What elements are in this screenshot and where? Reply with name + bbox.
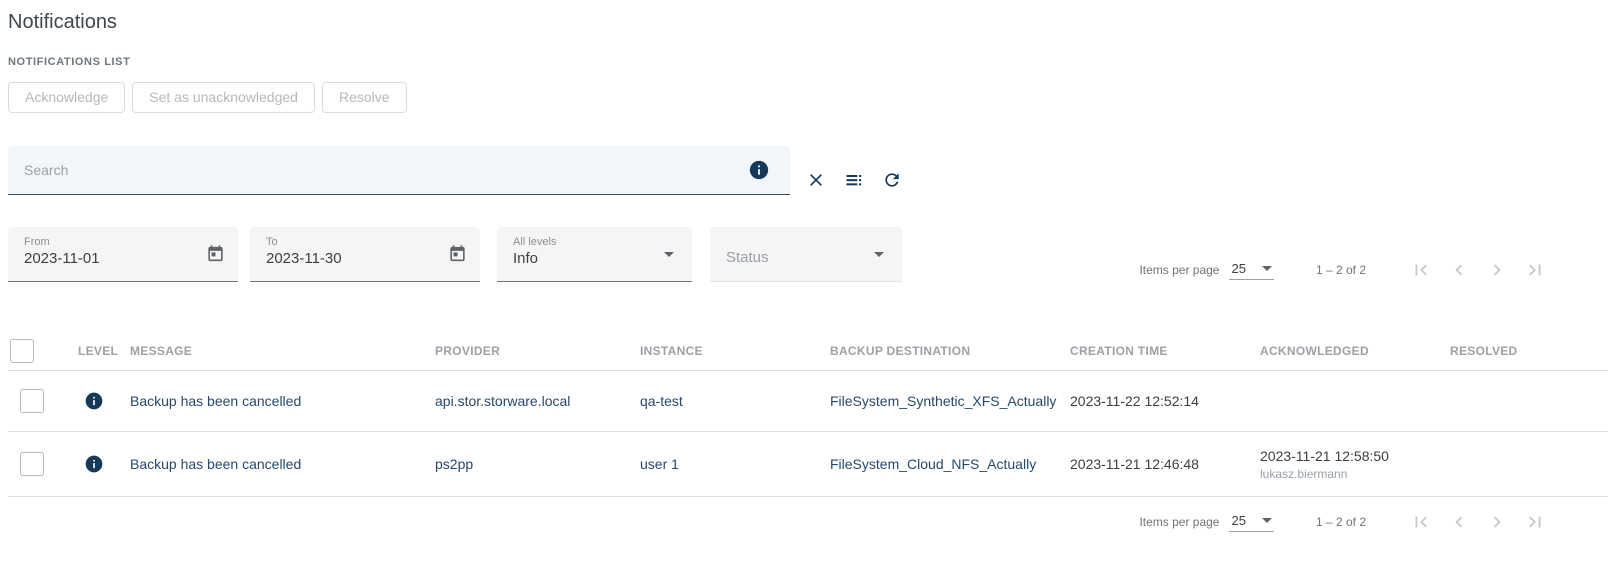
first-page-icon[interactable]: [1410, 259, 1432, 281]
last-page-icon[interactable]: [1524, 259, 1546, 281]
items-per-page-select[interactable]: 25: [1229, 261, 1273, 280]
cell-creation-time: 2023-11-21 12:46:48: [1068, 456, 1258, 472]
acknowledged-time: 2023-11-21 12:58:50: [1260, 446, 1446, 466]
cell-provider: api.stor.storware.local: [433, 393, 638, 409]
cell-message: Backup has been cancelled: [128, 456, 433, 472]
first-page-icon[interactable]: [1410, 511, 1432, 533]
chevron-down-icon: [1262, 266, 1272, 271]
section-label: NOTIFICATIONS LIST: [8, 56, 1608, 68]
cell-backup-destination: FileSystem_Synthetic_XFS_Actually: [828, 393, 1068, 409]
page-range-label: 1 – 2 of 2: [1316, 515, 1366, 529]
info-level-icon: [84, 454, 104, 474]
header-message: MESSAGE: [128, 344, 433, 358]
table-row[interactable]: Backup has been cancelled api.stor.storw…: [8, 371, 1608, 432]
to-date-field[interactable]: To 2023-11-30: [250, 227, 480, 282]
level-select[interactable]: All levels Info: [497, 227, 692, 282]
header-provider: PROVIDER: [433, 344, 638, 358]
clear-search-icon[interactable]: [806, 170, 826, 190]
cell-instance: user 1: [638, 456, 828, 472]
header-backup-destination: BACKUP DESTINATION: [828, 344, 1068, 358]
filter-columns-icon[interactable]: [844, 170, 864, 190]
row-checkbox[interactable]: [20, 389, 44, 413]
cell-backup-destination: FileSystem_Cloud_NFS_Actually: [828, 456, 1068, 472]
info-level-icon: [84, 391, 104, 411]
from-date-field[interactable]: From 2023-11-01: [8, 227, 238, 282]
chevron-down-icon: [874, 252, 884, 257]
refresh-icon[interactable]: [882, 170, 902, 190]
next-page-icon[interactable]: [1486, 511, 1508, 533]
notifications-table: LEVEL MESSAGE PROVIDER INSTANCE BACKUP D…: [8, 331, 1608, 497]
items-per-page-value: 25: [1231, 261, 1245, 276]
from-date-label: From: [24, 236, 222, 248]
cell-creation-time: 2023-11-22 12:52:14: [1068, 393, 1258, 409]
next-page-icon[interactable]: [1486, 259, 1508, 281]
header-acknowledged: ACKNOWLEDGED: [1258, 344, 1448, 358]
search-input[interactable]: [24, 146, 724, 194]
last-page-icon[interactable]: [1524, 511, 1546, 533]
search-actions: [806, 170, 902, 190]
chevron-down-icon: [1262, 518, 1272, 523]
header-instance: INSTANCE: [638, 344, 828, 358]
filters-row: From 2023-11-01 To 2023-11-30 All levels…: [8, 227, 1608, 282]
cell-message: Backup has been cancelled: [128, 393, 433, 409]
cell-instance: qa-test: [638, 393, 828, 409]
notifications-page: Notifications NOTIFICATIONS LIST Acknowl…: [0, 0, 1616, 533]
items-per-page-select[interactable]: 25: [1229, 513, 1273, 532]
status-select[interactable]: Status: [710, 227, 902, 282]
to-date-value: 2023-11-30: [266, 250, 464, 267]
header-resolved: RESOLVED: [1448, 344, 1608, 358]
paginator-bottom: Items per page 25 1 – 2 of 2: [8, 511, 1608, 533]
cell-provider: ps2pp: [433, 456, 638, 472]
resolve-button[interactable]: Resolve: [322, 82, 407, 113]
to-date-label: To: [266, 236, 464, 248]
select-all-checkbox[interactable]: [10, 339, 34, 363]
page-range-label: 1 – 2 of 2: [1316, 263, 1366, 277]
paginator-top: Items per page 25 1 – 2 of 2: [1139, 259, 1608, 281]
table-row[interactable]: Backup has been cancelled ps2pp user 1 F…: [8, 432, 1608, 497]
items-per-page-label: Items per page: [1139, 263, 1219, 277]
from-date-value: 2023-11-01: [24, 250, 222, 267]
previous-page-icon[interactable]: [1448, 259, 1470, 281]
items-per-page-label: Items per page: [1139, 515, 1219, 529]
search-row: [8, 146, 1608, 195]
page-nav: [1410, 259, 1546, 281]
status-select-placeholder: Status: [726, 236, 886, 280]
chevron-down-icon: [664, 252, 674, 257]
info-icon[interactable]: [748, 159, 770, 181]
cell-acknowledged: 2023-11-21 12:58:50 lukasz.biermann: [1258, 446, 1448, 483]
page-nav: [1410, 511, 1546, 533]
table-header-row: LEVEL MESSAGE PROVIDER INSTANCE BACKUP D…: [8, 331, 1608, 371]
level-select-label: All levels: [513, 236, 676, 248]
header-creation-time: CREATION TIME: [1068, 344, 1258, 358]
calendar-icon[interactable]: [448, 245, 467, 264]
header-level: LEVEL: [68, 344, 128, 358]
items-per-page-value: 25: [1231, 513, 1245, 528]
set-as-unacknowledged-button[interactable]: Set as unacknowledged: [132, 82, 315, 113]
calendar-icon[interactable]: [206, 245, 225, 264]
acknowledged-by: lukasz.biermann: [1260, 466, 1446, 483]
level-select-value: Info: [513, 250, 676, 267]
search-field[interactable]: [8, 146, 790, 195]
page-title: Notifications: [8, 8, 1608, 36]
toolbar: Acknowledge Set as unacknowledged Resolv…: [8, 82, 1608, 113]
row-checkbox[interactable]: [20, 452, 44, 476]
acknowledge-button[interactable]: Acknowledge: [8, 82, 125, 113]
previous-page-icon[interactable]: [1448, 511, 1470, 533]
